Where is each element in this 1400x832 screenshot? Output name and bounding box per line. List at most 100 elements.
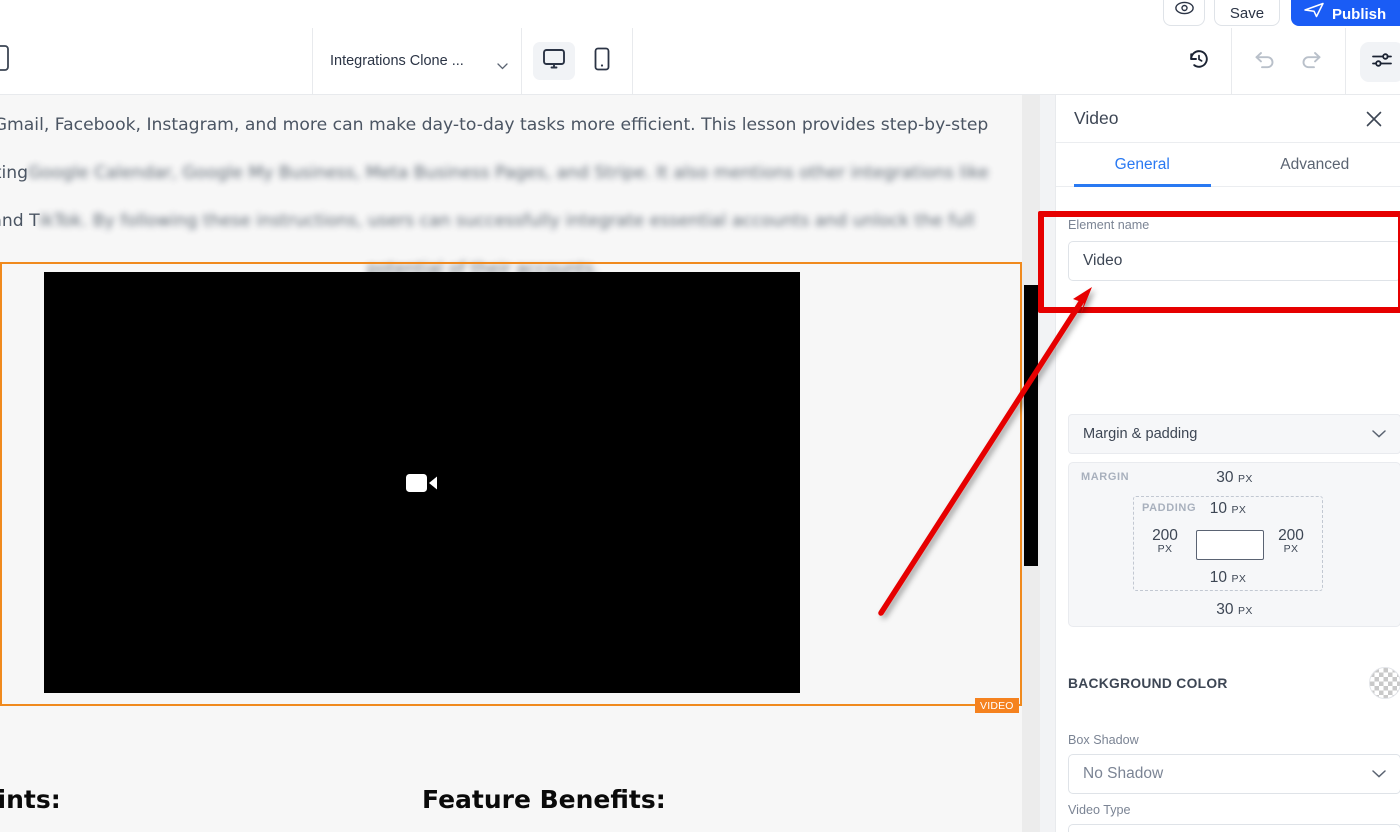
toolbar-divider-3 xyxy=(632,28,633,95)
canvas-content: e Gmail, Facebook, Instagram, and more c… xyxy=(0,95,1022,832)
video-element-badge: VIDEO xyxy=(975,698,1019,713)
margin-bottom-unit: PX xyxy=(1238,605,1253,617)
video-type-select[interactable]: Hosted Video xyxy=(1068,824,1400,832)
top-action-bar: Save Publish xyxy=(0,0,1400,28)
video-camera-icon xyxy=(405,471,439,495)
page-canvas[interactable]: e Gmail, Facebook, Instagram, and more c… xyxy=(0,95,1040,832)
element-name-label: Element name xyxy=(1068,218,1400,232)
toolbar-divider-2 xyxy=(521,28,522,95)
margin-top-unit: PX xyxy=(1238,473,1253,485)
preview-button[interactable] xyxy=(1163,0,1205,26)
box-shadow-group: Box Shadow No Shadow xyxy=(1068,733,1400,794)
box-shadow-label: Box Shadow xyxy=(1068,733,1400,747)
toolbar-divider-1 xyxy=(312,28,313,95)
canvas-scrollbar-track[interactable] xyxy=(1022,95,1040,832)
content-box xyxy=(1196,530,1264,560)
margin-top-field[interactable]: 30 PX xyxy=(1069,469,1400,487)
selection-border-left xyxy=(0,262,2,706)
padding-right-unit: PX xyxy=(1266,543,1316,555)
mobile-icon xyxy=(594,47,610,76)
publish-button-label: Publish xyxy=(1332,6,1386,23)
chevron-down-icon xyxy=(1372,765,1386,783)
sliders-icon xyxy=(1370,50,1394,75)
padding-left-value: 200 xyxy=(1152,527,1178,544)
selection-border-bottom xyxy=(0,704,1022,706)
paragraph-line-1: e Gmail, Facebook, Instagram, and more c… xyxy=(0,101,1028,149)
selection-border-top xyxy=(0,262,1022,264)
margin-top-value: 30 xyxy=(1216,469,1233,486)
panel-tabs: General Advanced xyxy=(1056,143,1400,187)
undo-button[interactable] xyxy=(1248,44,1282,78)
padding-box: PADDING 10 PX 200 PX 200 PX xyxy=(1133,496,1323,591)
tab-general-label: General xyxy=(1115,156,1170,174)
redo-icon xyxy=(1299,49,1323,74)
device-preview-toggle-group xyxy=(533,42,623,80)
undo-icon xyxy=(1253,49,1277,74)
video-type-label: Video Type xyxy=(1068,803,1400,817)
margin-padding-box: MARGIN 30 PX 30 PX PADDING 10 PX xyxy=(1068,462,1400,627)
eye-icon xyxy=(1175,1,1194,20)
padding-right-field[interactable]: 200 PX xyxy=(1266,527,1316,555)
chevron-down-icon xyxy=(1372,426,1386,442)
video-element[interactable] xyxy=(44,272,800,693)
lesson-paragraph[interactable]: e Gmail, Facebook, Instagram, and more c… xyxy=(0,101,1028,293)
padding-left-unit: PX xyxy=(1140,543,1190,555)
element-settings-panel: Video General Advanced Element name Vide… xyxy=(1055,95,1400,832)
chevron-down-icon xyxy=(497,58,508,65)
margin-bottom-field[interactable]: 30 PX xyxy=(1069,601,1400,619)
padding-bottom-unit: PX xyxy=(1231,573,1246,585)
padding-top-field[interactable]: 10 PX xyxy=(1134,500,1322,518)
panel-body: Element name Video Margin & padding MARG… xyxy=(1056,187,1400,832)
tab-advanced-label: Advanced xyxy=(1280,156,1349,174)
tab-advanced[interactable]: Advanced xyxy=(1229,143,1400,186)
panel-gutter xyxy=(1040,95,1055,832)
history-clock-icon xyxy=(1187,47,1211,76)
heading-points[interactable]: Points: xyxy=(0,785,61,814)
padding-left-field[interactable]: 200 PX xyxy=(1140,527,1190,555)
background-color-swatch[interactable] xyxy=(1369,667,1400,699)
background-color-row: BACKGROUND COLOR xyxy=(1068,667,1400,699)
padding-top-unit: PX xyxy=(1231,504,1246,516)
publish-button[interactable]: Publish xyxy=(1291,0,1400,26)
toolbar-divider-4 xyxy=(1231,28,1232,95)
margin-bottom-value: 30 xyxy=(1216,601,1233,618)
padding-right-value: 200 xyxy=(1278,527,1304,544)
panel-icon[interactable] xyxy=(0,45,10,71)
redo-button[interactable] xyxy=(1294,44,1328,78)
background-color-label: BACKGROUND COLOR xyxy=(1068,676,1228,691)
save-button-label: Save xyxy=(1230,5,1264,22)
margin-padding-title: Margin & padding xyxy=(1083,426,1197,442)
send-icon xyxy=(1304,2,1324,23)
tab-general[interactable]: General xyxy=(1056,143,1229,186)
canvas-scrollbar-thumb[interactable] xyxy=(1024,285,1038,566)
mobile-view-button[interactable] xyxy=(581,42,623,80)
panel-title: Video xyxy=(1074,108,1118,129)
margin-padding-accordion-header[interactable]: Margin & padding xyxy=(1068,414,1400,454)
paragraph-line-2-visible: rating xyxy=(0,163,28,183)
box-shadow-value: No Shadow xyxy=(1083,765,1163,783)
page-selector-dropdown[interactable]: Integrations Clone ... xyxy=(330,44,508,78)
page-selector-label: Integrations Clone ... xyxy=(330,53,464,69)
padding-bottom-value: 10 xyxy=(1210,569,1227,586)
heading-feature-benefits[interactable]: Feature Benefits: xyxy=(422,785,666,814)
element-name-value: Video xyxy=(1083,252,1122,270)
paragraph-line-3-blurred: ikTok. By following these instructions, … xyxy=(39,211,975,231)
save-button[interactable]: Save xyxy=(1214,0,1280,26)
editor-settings-button[interactable] xyxy=(1360,42,1400,82)
panel-header: Video xyxy=(1056,95,1400,143)
paragraph-line-3: and TikTok. By following these instructi… xyxy=(0,197,1028,245)
box-shadow-select[interactable]: No Shadow xyxy=(1068,754,1400,794)
desktop-view-button[interactable] xyxy=(533,42,575,80)
padding-top-value: 10 xyxy=(1210,500,1227,517)
element-name-group: Element name Video xyxy=(1068,218,1400,281)
video-type-group: Video Type Hosted Video xyxy=(1068,803,1400,832)
desktop-icon xyxy=(542,48,566,75)
revision-history-button[interactable] xyxy=(1182,44,1216,78)
paragraph-line-3-visible: and T xyxy=(0,211,39,231)
paragraph-line-2-blurred: Google Calendar, Google My Business, Met… xyxy=(28,163,989,183)
close-icon[interactable] xyxy=(1365,110,1383,128)
toolbar-divider-5 xyxy=(1345,28,1346,95)
paragraph-line-2: ratingGoogle Calendar, Google My Busines… xyxy=(0,149,1028,197)
element-name-input[interactable]: Video xyxy=(1068,241,1400,281)
padding-bottom-field[interactable]: 10 PX xyxy=(1134,569,1322,587)
